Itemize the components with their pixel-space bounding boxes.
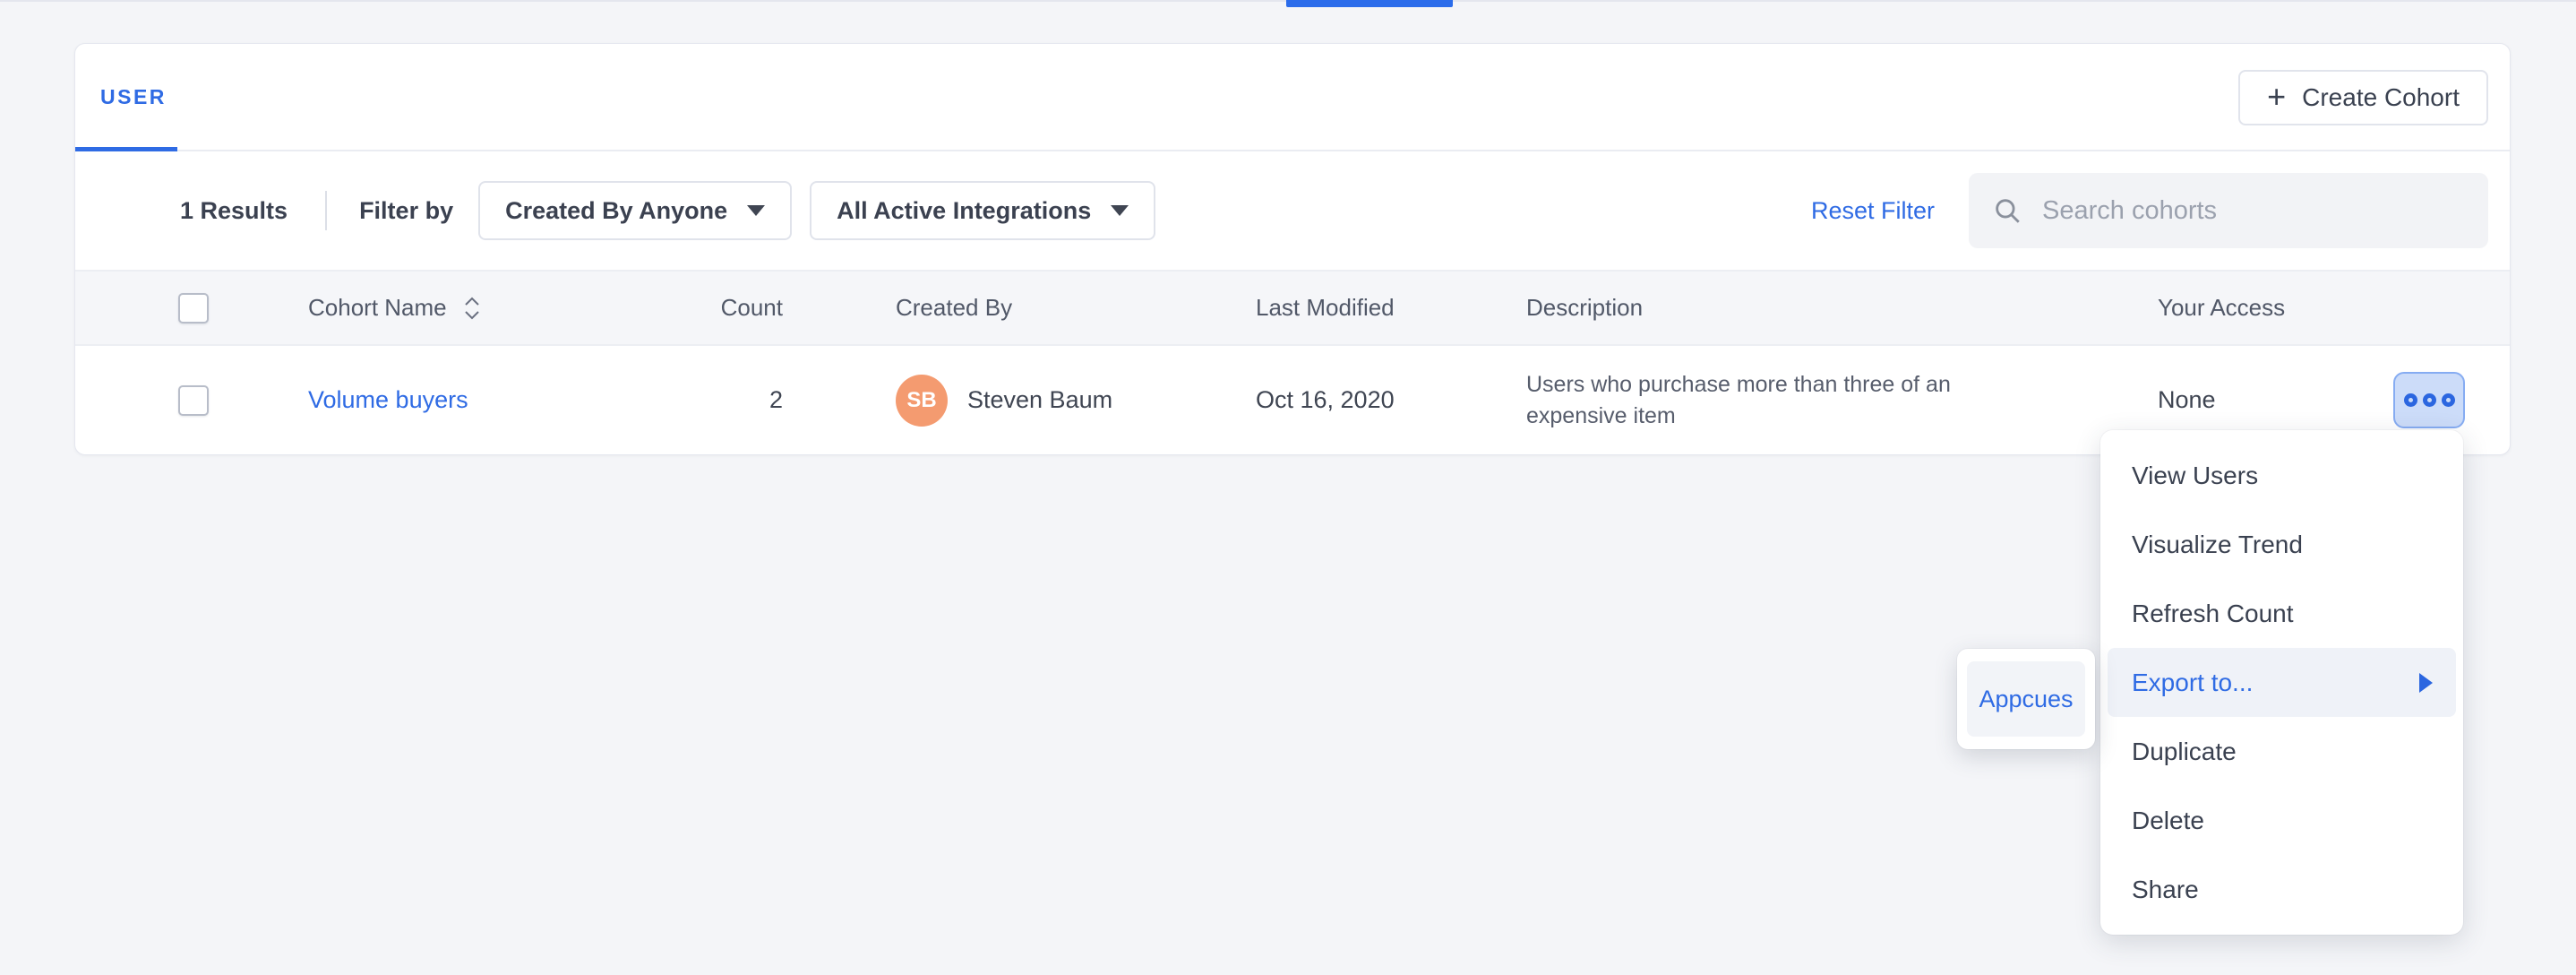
menu-item-view-users[interactable]: View Users: [2108, 441, 2456, 510]
menu-item-label: Delete: [2132, 807, 2204, 835]
top-nav-active-tab-indicator: [1286, 0, 1453, 7]
submenu-item-appcues[interactable]: Appcues: [1967, 661, 2085, 737]
created-by-dropdown[interactable]: Created By Anyone: [478, 181, 792, 240]
submenu-item-label: Appcues: [1979, 686, 2073, 713]
tab-user[interactable]: USER: [100, 44, 167, 150]
menu-item-label: Duplicate: [2132, 738, 2237, 766]
menu-item-label: Refresh Count: [2132, 600, 2294, 628]
tab-bar: USER + Create Cohort: [75, 44, 2510, 151]
avatar: SB: [896, 375, 948, 427]
menu-item-refresh-count[interactable]: Refresh Count: [2108, 579, 2456, 648]
integrations-dropdown-label: All Active Integrations: [837, 197, 1091, 225]
menu-item-share[interactable]: Share: [2108, 855, 2456, 924]
ellipsis-icon: [2442, 393, 2455, 407]
sort-icon: [463, 297, 481, 320]
active-tab-underline: [75, 147, 177, 151]
table-header: Cohort Name Count Created By Last Modifi…: [75, 270, 2510, 346]
column-label: Last Modified: [1256, 294, 1395, 321]
created-by-dropdown-label: Created By Anyone: [505, 197, 727, 225]
row-checkbox[interactable]: [178, 385, 209, 416]
plus-icon: +: [2267, 81, 2286, 113]
search-icon: [1992, 195, 2022, 226]
last-modified-date: Oct 16, 2020: [1256, 386, 1395, 413]
select-all-checkbox[interactable]: [178, 293, 209, 324]
avatar-initials: SB: [906, 388, 936, 413]
column-label: Description: [1526, 294, 1643, 321]
ellipsis-icon: [2423, 393, 2436, 407]
menu-item-label: View Users: [2132, 462, 2258, 490]
column-last-modified: Last Modified: [1254, 294, 1526, 322]
access-value: None: [2158, 386, 2216, 413]
column-label: Count: [721, 294, 783, 322]
reset-filter-link[interactable]: Reset Filter: [1811, 197, 1935, 225]
menu-item-label: Share: [2132, 876, 2199, 904]
cohort-name-link[interactable]: Volume buyers: [308, 386, 468, 414]
create-cohort-button[interactable]: + Create Cohort: [2238, 70, 2488, 125]
row-actions-button[interactable]: [2393, 372, 2465, 428]
cohorts-card: USER + Create Cohort 1 Results Filter by…: [74, 43, 2511, 455]
cohort-count: 2: [769, 386, 783, 414]
column-label: Created By: [896, 294, 1012, 322]
menu-item-label: Visualize Trend: [2132, 531, 2303, 559]
row-actions-menu: View Users Visualize Trend Refresh Count…: [2100, 430, 2463, 935]
column-created-by: Created By: [783, 294, 1254, 322]
menu-item-visualize-trend[interactable]: Visualize Trend: [2108, 510, 2456, 579]
chevron-down-icon: [1111, 205, 1129, 216]
search-input[interactable]: [2042, 173, 2488, 248]
created-by-name: Steven Baum: [967, 386, 1112, 414]
results-count: 1 Results: [180, 197, 288, 225]
submenu-arrow-icon: [2419, 673, 2433, 693]
create-cohort-label: Create Cohort: [2302, 83, 2460, 112]
vertical-divider: [325, 191, 327, 230]
column-count: Count: [648, 294, 783, 322]
menu-item-duplicate[interactable]: Duplicate: [2108, 717, 2456, 786]
menu-item-label: Export to...: [2132, 669, 2253, 697]
filter-by-label: Filter by: [359, 197, 453, 225]
column-label: Cohort Name: [308, 294, 447, 322]
chevron-down-icon: [747, 205, 765, 216]
ellipsis-icon: [2404, 393, 2417, 407]
cohort-description: Users who purchase more than three of an…: [1526, 369, 2046, 431]
export-submenu: Appcues: [1957, 649, 2095, 749]
column-cohort-name[interactable]: Cohort Name: [308, 294, 648, 322]
column-description: Description: [1526, 294, 2158, 322]
search-box[interactable]: [1969, 173, 2488, 248]
column-label: Your Access: [2158, 294, 2285, 321]
filter-bar: 1 Results Filter by Created By Anyone Al…: [75, 151, 2510, 270]
tab-user-label: USER: [100, 85, 167, 109]
cohorts-page: USER + Create Cohort 1 Results Filter by…: [0, 0, 2576, 975]
menu-item-export-to[interactable]: Export to...: [2108, 648, 2456, 717]
menu-item-delete[interactable]: Delete: [2108, 786, 2456, 855]
integrations-dropdown[interactable]: All Active Integrations: [810, 181, 1155, 240]
column-your-access: Your Access: [2158, 294, 2382, 322]
